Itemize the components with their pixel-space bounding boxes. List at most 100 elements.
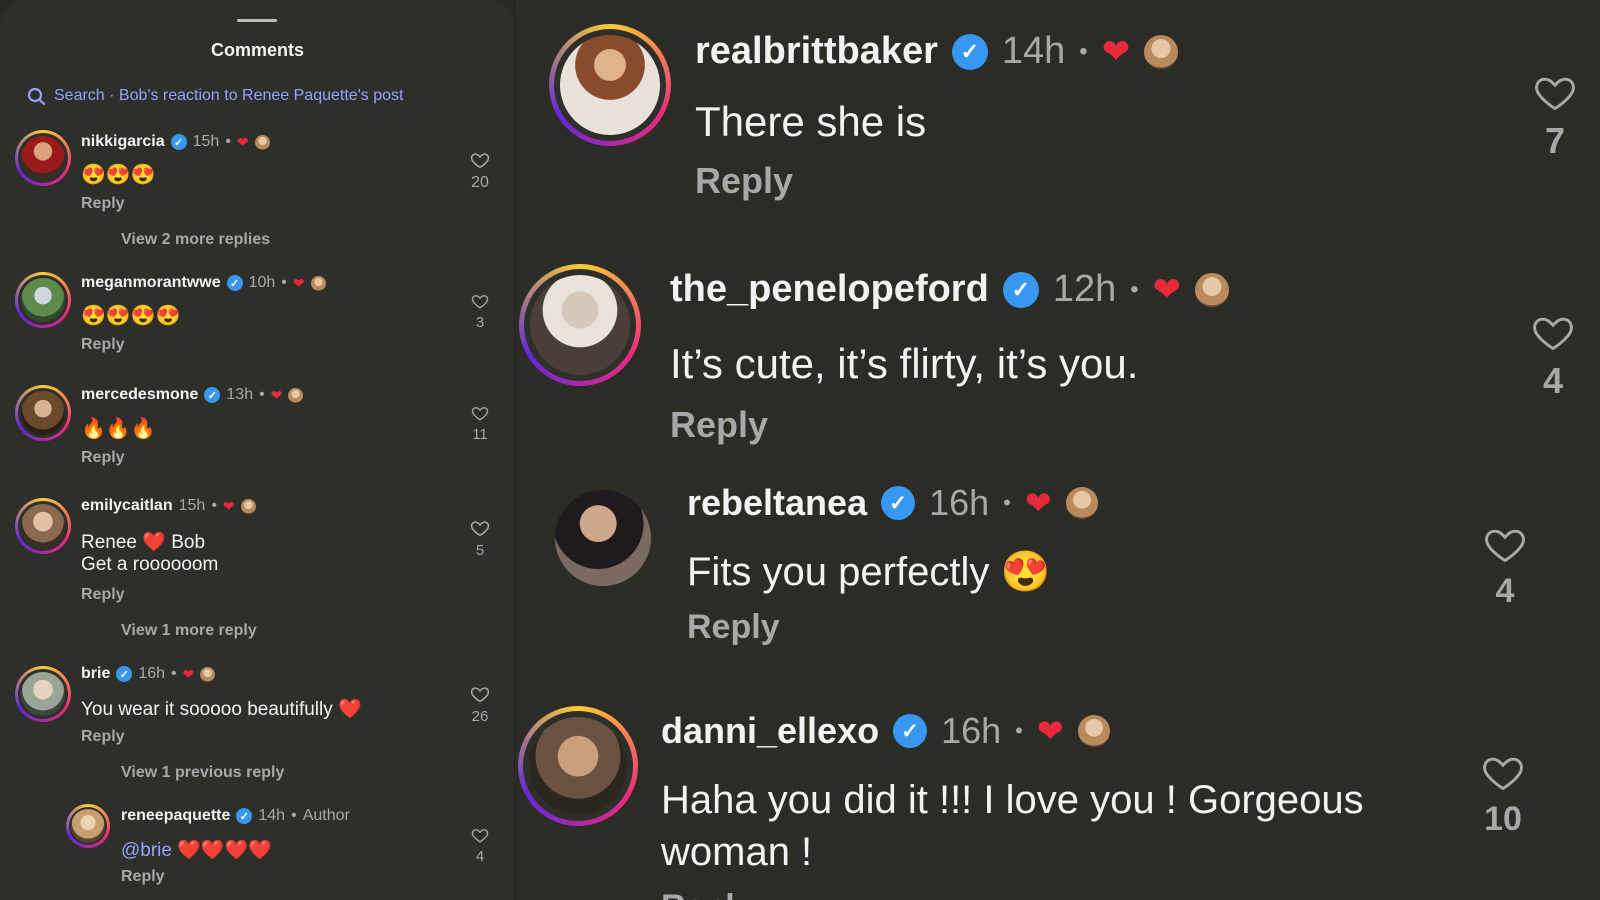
comment-text: There she is <box>695 98 927 145</box>
avatar[interactable] <box>15 385 71 441</box>
username[interactable]: nikkigarcia <box>81 133 165 151</box>
comment-text: @brie ❤️❤️❤️❤️ <box>121 838 272 862</box>
heart-outline-icon[interactable] <box>1483 522 1527 566</box>
view-replies-link[interactable]: View 1 more reply <box>121 622 257 640</box>
heart-outline-icon[interactable] <box>471 404 489 422</box>
heart-outline-icon[interactable] <box>470 684 490 704</box>
drag-handle[interactable] <box>237 19 277 22</box>
reply-button[interactable]: Reply <box>670 404 768 446</box>
like-control[interactable]: 11 <box>460 404 500 443</box>
heart-outline-icon[interactable] <box>470 518 490 538</box>
creator-avatar <box>1077 715 1110 747</box>
search-bar[interactable]: Search · Bob's reaction to Renee Paquett… <box>26 86 403 106</box>
creator-heart-icon: ❤ <box>1152 270 1182 309</box>
creator-avatar <box>310 275 326 291</box>
creator-heart-icon: ❤ <box>1036 713 1064 749</box>
avatar[interactable] <box>15 272 71 328</box>
view-replies-link[interactable]: View 2 more replies <box>121 231 270 249</box>
avatar[interactable] <box>555 490 651 586</box>
comment-text: Fits you perfectly 😍 <box>687 550 1051 594</box>
like-control[interactable]: 20 <box>460 150 500 192</box>
creator-avatar <box>200 666 216 682</box>
comment-header: the_penelopeford ✓ 12h • ❤ <box>670 268 1230 311</box>
like-control[interactable]: 7 <box>1525 70 1585 162</box>
comments-panel: Comments Search · Bob's reaction to Rene… <box>0 0 515 900</box>
avatar[interactable] <box>15 130 71 186</box>
creator-heart-icon: ❤ <box>1024 485 1052 521</box>
verified-badge-icon: ✓ <box>951 33 988 70</box>
like-control[interactable]: 5 <box>460 518 500 559</box>
like-control[interactable]: 4 <box>1523 310 1583 402</box>
like-count: 10 <box>1484 800 1522 838</box>
reply-button[interactable]: Reply <box>81 195 125 213</box>
creator-avatar <box>254 134 270 150</box>
comment-text-line1: Haha you did it !!! I love you ! Gorgeou… <box>661 778 1364 822</box>
panel-title: Comments <box>210 40 304 60</box>
mention-link[interactable]: @brie <box>121 840 172 861</box>
timestamp: 14h <box>258 807 286 824</box>
comment-header: meganmorantwwe ✓ 10h • ❤ <box>81 274 326 292</box>
username[interactable]: realbrittbaker <box>695 30 938 73</box>
comment-text: You wear it sooooo beautifully ❤️ <box>81 699 362 720</box>
creator-heart-icon: ❤ <box>236 133 249 150</box>
creator-avatar <box>288 387 304 403</box>
creator-heart-icon: ❤ <box>1101 32 1131 71</box>
heart-outline-icon[interactable] <box>471 292 489 310</box>
like-control[interactable]: 4 <box>1475 522 1535 611</box>
username[interactable]: mercedesmone <box>81 386 198 404</box>
like-control[interactable]: 10 <box>1473 750 1533 839</box>
reply-button[interactable]: Reply <box>81 449 125 467</box>
comment-header: nikkigarcia ✓ 15h • ❤ <box>81 133 270 151</box>
reply-button[interactable]: Reply <box>81 336 125 354</box>
username[interactable]: emilycaitlan <box>81 497 173 515</box>
heart-outline-icon[interactable] <box>1531 310 1575 354</box>
comment-text-body: ❤️❤️❤️❤️ <box>177 840 272 861</box>
avatar[interactable] <box>15 666 71 722</box>
reply-button[interactable]: Reply <box>81 586 125 604</box>
creator-heart-icon: ❤ <box>270 386 283 403</box>
username[interactable]: danni_ellexo <box>661 710 879 752</box>
like-control[interactable]: 3 <box>460 292 500 331</box>
heart-outline-icon[interactable] <box>1481 750 1525 794</box>
comment-header: brie ✓ 16h • ❤ <box>81 665 216 683</box>
verified-badge-icon: ✓ <box>226 275 243 291</box>
username[interactable]: rebeltanea <box>687 482 867 524</box>
heart-outline-icon[interactable] <box>471 826 489 844</box>
avatar[interactable] <box>518 706 638 826</box>
avatar[interactable] <box>15 498 71 554</box>
comment-text: It’s cute, it’s flirty, it’s you. <box>670 340 1139 387</box>
creator-avatar <box>1065 487 1098 519</box>
like-control[interactable]: 26 <box>460 684 500 725</box>
comment-header: danni_ellexo ✓ 16h • ❤ <box>661 710 1110 752</box>
reply-button[interactable]: Reply <box>687 608 780 647</box>
like-count: 3 <box>475 314 485 331</box>
comment-header: rebeltanea ✓ 16h • ❤ <box>687 482 1098 524</box>
timestamp: 16h <box>138 665 166 682</box>
like-count: 11 <box>472 426 488 443</box>
creator-heart-icon: ❤ <box>292 274 305 291</box>
heart-outline-icon[interactable] <box>470 150 490 170</box>
search-icon <box>27 87 46 106</box>
reply-button[interactable]: Reply <box>121 868 165 886</box>
username[interactable]: brie <box>81 665 110 683</box>
verified-badge-icon: ✓ <box>170 134 187 150</box>
heart-outline-icon[interactable] <box>1533 70 1577 114</box>
comment-text: 😍😍😍😍 <box>81 305 181 327</box>
reply-button[interactable]: Reply <box>661 888 754 900</box>
avatar[interactable] <box>549 24 671 146</box>
username[interactable]: meganmorantwwe <box>81 274 221 292</box>
comment-text: 😍😍😍 <box>81 164 156 186</box>
like-control[interactable]: 4 <box>460 826 500 865</box>
reply-button[interactable]: Reply <box>81 728 125 746</box>
username[interactable]: reneepaquette <box>121 807 230 825</box>
avatar[interactable] <box>519 264 641 386</box>
view-replies-link[interactable]: View 1 previous reply <box>121 764 284 782</box>
verified-badge-icon: ✓ <box>236 808 253 824</box>
username[interactable]: the_penelopeford <box>670 268 989 311</box>
like-count: 4 <box>1542 360 1564 401</box>
comment-text-line1: Renee ❤️ Bob <box>81 532 206 553</box>
reply-button[interactable]: Reply <box>695 160 793 202</box>
avatar[interactable] <box>66 804 110 848</box>
creator-avatar <box>240 498 256 514</box>
creator-avatar <box>1195 272 1230 307</box>
